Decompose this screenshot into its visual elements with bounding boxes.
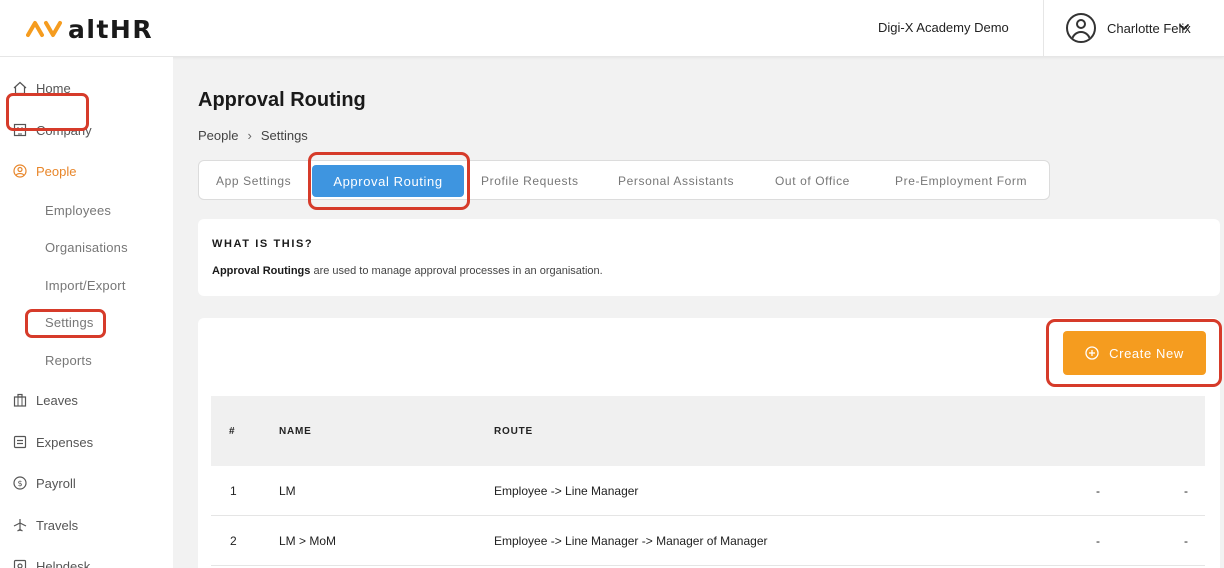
column-header-name: NAME <box>279 426 312 437</box>
info-heading: WHAT IS THIS? <box>212 238 314 250</box>
sidebar-item-leaves[interactable]: Leaves <box>13 391 78 409</box>
svg-text:$: $ <box>17 479 22 488</box>
top-bar: altHR Digi-X Academy Demo Charlotte Feli… <box>0 0 1224 57</box>
info-description: Approval Routings are used to manage app… <box>212 265 603 277</box>
org-switcher[interactable]: Digi-X Academy Demo <box>878 20 1009 35</box>
highlight-people <box>6 93 89 131</box>
breadcrumb-people[interactable]: People <box>198 128 238 143</box>
chevron-down-icon[interactable] <box>1176 19 1192 35</box>
row-number: 1 <box>230 484 237 498</box>
row-name[interactable]: LM <box>279 484 296 498</box>
highlight-approval-routing-tab <box>308 152 470 210</box>
plane-icon <box>13 519 27 532</box>
sidebar-subitem-employees[interactable]: Employees <box>45 203 111 218</box>
sidebar-item-payroll[interactable]: $ Payroll <box>13 474 76 492</box>
row-value-empty: - <box>1096 484 1100 498</box>
sidebar-item-label: Helpdesk <box>36 558 91 568</box>
row-value-empty: - <box>1184 534 1188 548</box>
user-avatar-icon[interactable] <box>1066 13 1096 43</box>
tab-app-settings[interactable]: App Settings <box>216 174 291 188</box>
sidebar-subitem-organisations[interactable]: Organisations <box>45 240 128 255</box>
helpdesk-icon <box>13 559 27 568</box>
sidebar-item-label: Expenses <box>36 434 94 450</box>
sidebar-item-label: People <box>36 163 77 179</box>
receipt-icon <box>13 435 27 449</box>
row-route: Employee -> Line Manager <box>494 484 639 498</box>
dollar-circle-icon: $ <box>13 476 27 490</box>
sidebar-subitem-import-export[interactable]: Import/Export <box>45 278 126 293</box>
sidebar-item-label: Payroll <box>36 475 76 491</box>
row-name[interactable]: LM > MoM <box>279 534 336 548</box>
divider <box>1043 0 1044 57</box>
column-header-route: ROUTE <box>494 426 533 437</box>
info-card: WHAT IS THIS? Approval Routings are used… <box>198 219 1220 296</box>
page-title: Approval Routing <box>198 89 366 111</box>
sidebar-subitem-reports[interactable]: Reports <box>45 353 92 368</box>
breadcrumb-settings[interactable]: Settings <box>261 128 308 143</box>
column-header-number: # <box>229 426 236 437</box>
sidebar-item-people[interactable]: People <box>13 162 76 180</box>
breadcrumb: People › Settings <box>198 128 308 143</box>
row-route: Employee -> Line Manager -> Manager of M… <box>494 534 768 548</box>
info-rest: are used to manage approval processes in… <box>310 265 603 277</box>
tab-personal-assistants[interactable]: Personal Assistants <box>618 174 734 188</box>
table-row[interactable]: 2 LM > MoM Employee -> Line Manager -> M… <box>211 516 1205 566</box>
info-bold-term: Approval Routings <box>212 265 311 277</box>
highlight-create-new <box>1046 319 1222 387</box>
breadcrumb-separator-icon: › <box>247 128 252 143</box>
table-row[interactable]: 1 LM Employee -> Line Manager - - <box>211 466 1205 516</box>
highlight-settings <box>25 309 106 338</box>
luggage-icon <box>13 393 27 407</box>
tab-pre-employment-form[interactable]: Pre-Employment Form <box>895 174 1027 188</box>
sidebar-item-helpdesk[interactable]: Helpdesk <box>13 557 90 568</box>
tab-profile-requests[interactable]: Profile Requests <box>481 174 579 188</box>
row-value-empty: - <box>1096 534 1100 548</box>
logo-mark-icon <box>26 21 62 37</box>
table-header: # NAME ROUTE <box>211 396 1205 466</box>
logo-text: altHR <box>68 14 154 44</box>
row-value-empty: - <box>1184 484 1188 498</box>
row-number: 2 <box>230 534 237 548</box>
person-circle-icon <box>13 164 27 178</box>
sidebar-item-travels[interactable]: Travels <box>13 516 78 534</box>
sidebar-item-label: Travels <box>36 517 79 533</box>
tab-out-of-office[interactable]: Out of Office <box>775 174 850 188</box>
sidebar-item-expenses[interactable]: Expenses <box>13 433 93 451</box>
sidebar-item-label: Leaves <box>36 392 78 408</box>
logo[interactable]: altHR <box>26 14 153 44</box>
